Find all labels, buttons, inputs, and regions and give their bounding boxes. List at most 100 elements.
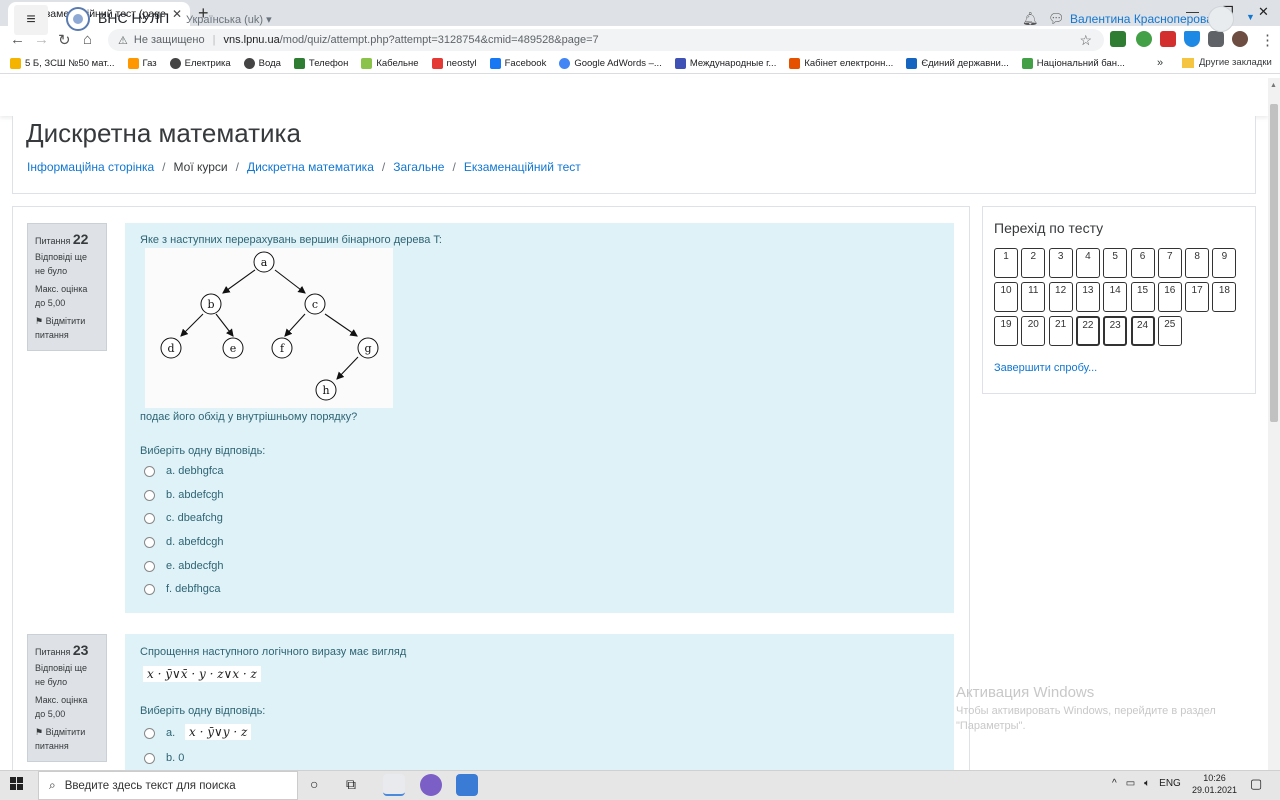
bookmarks-overflow-button[interactable]: »: [1157, 57, 1163, 69]
quiz-nav-button-16[interactable]: 16: [1157, 282, 1182, 312]
bookmark-item[interactable]: Електрика: [169, 58, 231, 69]
bookmark-item[interactable]: Газ: [127, 58, 157, 69]
university-logo[interactable]: [66, 7, 90, 31]
chrome-app-icon[interactable]: [383, 774, 405, 796]
radio-button[interactable]: [144, 727, 155, 739]
breadcrumb-item[interactable]: Загальне: [393, 160, 444, 174]
quiz-nav-button-18[interactable]: 18: [1212, 282, 1237, 312]
caret-down-icon[interactable]: ▼: [1246, 12, 1255, 22]
bookmark-item[interactable]: neostyl: [431, 58, 477, 69]
radio-button[interactable]: [144, 560, 155, 572]
windows-start-icon[interactable]: [10, 777, 24, 791]
radio-button[interactable]: [144, 512, 155, 524]
quiz-nav-button-5[interactable]: 5: [1103, 248, 1128, 278]
quiz-nav-button-25[interactable]: 25: [1157, 316, 1182, 346]
close-window-icon[interactable]: ✕: [1258, 4, 1269, 20]
chevron-up-icon[interactable]: ^: [1112, 778, 1117, 789]
breadcrumb-item[interactable]: Дискретна математика: [247, 160, 374, 174]
breadcrumb-item[interactable]: Інформаційна сторінка: [27, 160, 154, 174]
quiz-nav-button-24[interactable]: 24: [1130, 316, 1155, 346]
quiz-nav-button-15[interactable]: 15: [1130, 282, 1155, 312]
cortana-icon[interactable]: ○: [310, 776, 318, 792]
quiz-nav-button-9[interactable]: 9: [1212, 248, 1237, 278]
notification-center-icon[interactable]: ▢: [1250, 776, 1262, 792]
user-name[interactable]: Валентина Красноперова: [1070, 12, 1213, 26]
answer-option[interactable]: c. dbeafchg: [144, 512, 223, 524]
quiz-nav-button-17[interactable]: 17: [1185, 282, 1210, 312]
answer-option[interactable]: b. 0: [144, 752, 184, 764]
quiz-nav-button-22[interactable]: 22: [1075, 316, 1100, 346]
flag-question-link[interactable]: ⚑ Відмітити питання: [35, 725, 99, 753]
viber-app-icon[interactable]: [420, 774, 442, 796]
quiz-nav-button-4[interactable]: 4: [1075, 248, 1100, 278]
puzzle-extensions-icon[interactable]: [1208, 31, 1224, 47]
quiz-nav-button-23[interactable]: 23: [1103, 316, 1128, 346]
radio-button[interactable]: [144, 465, 155, 477]
site-name[interactable]: ВНС НУЛП: [98, 10, 169, 26]
other-bookmarks-folder[interactable]: Другие закладки: [1182, 57, 1272, 68]
bookmark-item[interactable]: Телефон: [293, 58, 348, 69]
quiz-nav-button-12[interactable]: 12: [1048, 282, 1073, 312]
quiz-nav-button-14[interactable]: 14: [1103, 282, 1128, 312]
flag-question-link[interactable]: ⚑ Відмітити питання: [35, 314, 99, 342]
bookmark-item[interactable]: Google AdWords –...: [559, 58, 662, 69]
answer-option[interactable]: a.: [144, 727, 175, 739]
bookmark-item[interactable]: Международные г...: [674, 58, 776, 69]
answer-option[interactable]: b. abdefcgh: [144, 489, 224, 501]
quiz-nav-button-10[interactable]: 10: [994, 282, 1018, 312]
pdf-extension-icon[interactable]: [1160, 31, 1176, 47]
photos-app-icon[interactable]: [456, 774, 478, 796]
answer-option[interactable]: d. abefdcgh: [144, 536, 224, 548]
quiz-nav-button-6[interactable]: 6: [1130, 248, 1155, 278]
bell-icon[interactable]: 🔔︎: [1022, 11, 1039, 27]
language-menu[interactable]: Українська (uk) ▾: [186, 13, 272, 26]
quiz-nav-button-13[interactable]: 13: [1075, 282, 1100, 312]
radio-button[interactable]: [144, 536, 155, 548]
network-icon[interactable]: ▭: [1126, 778, 1135, 789]
close-tab-icon[interactable]: ✕: [172, 7, 182, 21]
avatar[interactable]: [1208, 6, 1234, 32]
extension-icon[interactable]: [1136, 31, 1152, 47]
input-language[interactable]: ENG: [1159, 778, 1181, 789]
scroll-up-icon[interactable]: ▲: [1270, 82, 1277, 89]
bookmark-item[interactable]: Вода: [243, 58, 281, 69]
profile-avatar-icon[interactable]: [1232, 31, 1248, 47]
taskbar-search-input[interactable]: ⌕ Введите здесь текст для поиска: [38, 771, 298, 800]
task-view-icon[interactable]: ⧉: [346, 776, 356, 793]
answer-option[interactable]: e. abdecfgh: [144, 560, 224, 572]
answer-option[interactable]: f. debfhgca: [144, 583, 220, 595]
quiz-nav-button-3[interactable]: 3: [1048, 248, 1073, 278]
quiz-nav-button-19[interactable]: 19: [994, 316, 1018, 346]
quiz-nav-button-8[interactable]: 8: [1185, 248, 1210, 278]
quiz-nav-button-11[interactable]: 11: [1021, 282, 1046, 312]
scrollbar-thumb[interactable]: [1270, 104, 1278, 422]
shield-extension-icon[interactable]: [1184, 31, 1200, 47]
bookmark-item[interactable]: Національний бан...: [1021, 58, 1125, 69]
home-icon[interactable]: ⌂: [83, 31, 92, 48]
radio-button[interactable]: [144, 752, 155, 764]
browser-menu-icon[interactable]: ⋮: [1260, 31, 1275, 49]
bookmark-item[interactable]: Facebook: [489, 58, 546, 69]
quiz-nav-button-21[interactable]: 21: [1048, 316, 1073, 346]
volume-icon[interactable]: 🔈︎: [1144, 778, 1150, 789]
bookmark-item[interactable]: Кабінет електронн...: [789, 58, 893, 69]
quiz-nav-button-1[interactable]: 1: [994, 248, 1018, 278]
reload-icon[interactable]: ↻: [58, 31, 71, 49]
radio-button[interactable]: [144, 583, 155, 595]
finish-attempt-link[interactable]: Завершити спробу...: [994, 362, 1097, 374]
quiz-nav-button-20[interactable]: 20: [1021, 316, 1046, 346]
menu-toggle-button[interactable]: ≡: [14, 5, 48, 35]
bookmark-star-icon[interactable]: ☆: [1079, 32, 1092, 49]
system-clock[interactable]: 10:26 29.01.2021: [1192, 772, 1237, 796]
url-bar[interactable]: ⚠ Не защищено | vns.lpnu.ua /mod/quiz/at…: [108, 29, 1104, 51]
bookmark-item[interactable]: 5 Б, ЗСШ №50 мат...: [10, 58, 115, 69]
quiz-nav-button-2[interactable]: 2: [1021, 248, 1046, 278]
breadcrumb-item[interactable]: Екзаменаційний тест: [464, 160, 581, 174]
bookmark-item[interactable]: Кабельне: [361, 58, 419, 69]
quiz-nav-button-7[interactable]: 7: [1157, 248, 1182, 278]
answer-option[interactable]: a. debhgfca: [144, 465, 224, 477]
extension-icon[interactable]: [1110, 31, 1126, 47]
radio-button[interactable]: [144, 489, 155, 501]
bookmark-item[interactable]: Єдиний державни...: [906, 58, 1009, 69]
chat-icon[interactable]: 💬︎: [1048, 11, 1065, 27]
